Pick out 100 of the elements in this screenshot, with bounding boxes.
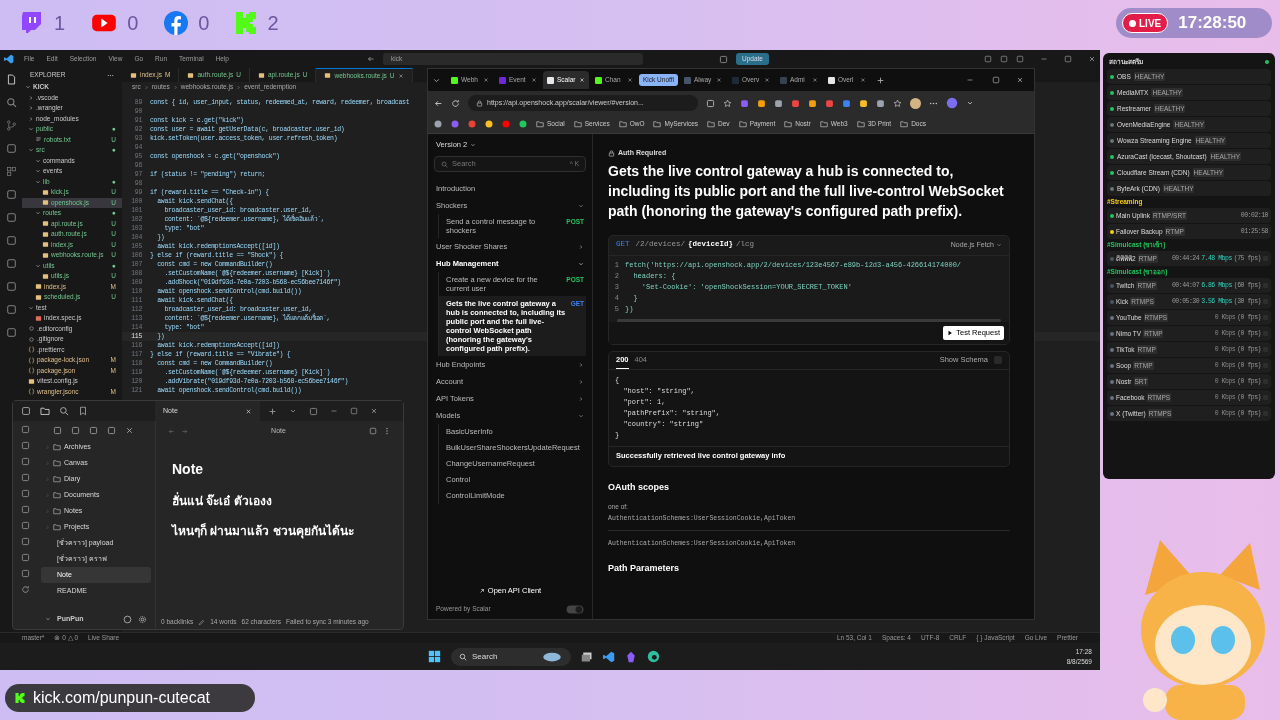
extensions-icon[interactable] [5, 166, 17, 177]
close-icon[interactable] [483, 77, 489, 83]
js-file-icon [257, 71, 265, 79]
maximize-icon[interactable] [1064, 55, 1072, 63]
chevron-right-icon [236, 84, 242, 90]
facebook-logo-icon [164, 11, 189, 35]
section-heading: OAuth scopes [608, 480, 670, 494]
branch-icon[interactable] [5, 120, 17, 131]
dot-icon [1129, 19, 1136, 27]
js-file-icon [187, 71, 195, 79]
endpoint-heading: Gets the live control gateway a hub is connected to, including its public port and the full live-control WebSocket path (honoring the gateway's configured path prefix). [608, 161, 1005, 221]
play-icon [947, 329, 954, 336]
folder-icon [573, 120, 582, 128]
new-tab-icon[interactable] [875, 75, 885, 85]
close-icon[interactable] [397, 72, 404, 79]
close-icon[interactable] [715, 77, 722, 83]
folder-icon [819, 120, 828, 128]
chevron-right-icon [143, 84, 149, 90]
js-file-icon [28, 377, 35, 385]
js-file-icon [324, 72, 332, 79]
close-icon[interactable] [811, 77, 818, 83]
lock-icon [608, 149, 615, 157]
chevron-down-icon [25, 84, 31, 91]
note-heading: ไหนๆก็ ผ่านมาแล้ว ชวนคุยกันได้นะ [172, 522, 355, 540]
profile-avatar-icon[interactable] [910, 97, 921, 109]
back-arrow-icon[interactable] [434, 98, 443, 108]
kick-logo-icon [235, 11, 258, 35]
channel-url: kick.com/punpun-cutecat [33, 688, 210, 708]
note-heading: ฮั่นแน่ จ๊ะเอ๋ ตัวเองง [172, 492, 273, 510]
folder-icon [653, 120, 662, 128]
close-icon[interactable] [1088, 55, 1096, 63]
close-icon[interactable] [370, 407, 378, 415]
js-file-icon [130, 71, 137, 79]
search-icon[interactable] [59, 406, 69, 416]
follower-count: 1 [54, 11, 66, 36]
close-icon[interactable] [1016, 76, 1024, 84]
chevron-updown-icon[interactable] [45, 616, 51, 622]
section-heading: Path Parameters [608, 562, 681, 576]
notes-app-icon[interactable] [625, 650, 637, 663]
folder-icon [856, 120, 865, 128]
clock-time: 17:28:50 [1178, 12, 1247, 35]
minimize-icon[interactable] [966, 76, 974, 84]
help-icon[interactable] [123, 614, 132, 624]
bookmark-favicon-icon[interactable] [502, 120, 510, 128]
chevron-down-icon [28, 304, 34, 311]
taskbar-search-field[interactable]: Search [451, 647, 571, 666]
chevron-right-icon [172, 84, 178, 90]
search-icon [441, 160, 448, 168]
close-icon[interactable] [763, 77, 770, 83]
back-arrow-icon[interactable] [366, 55, 375, 63]
braces-icon [28, 356, 35, 364]
favorites-icon[interactable] [893, 98, 902, 108]
theme-toggle-icon[interactable] [566, 604, 584, 614]
close-icon[interactable] [125, 425, 134, 435]
lock-icon [476, 99, 483, 107]
braces-icon [28, 346, 35, 354]
forward-arrow-icon[interactable] [181, 427, 188, 435]
files-icon[interactable] [5, 74, 17, 85]
bookmark-favicon-icon[interactable] [519, 120, 527, 128]
folder-icon [784, 120, 793, 128]
folder-icon [618, 120, 627, 128]
follower-count: 0 [127, 11, 139, 36]
chevron-down-icon[interactable] [289, 407, 297, 415]
pencil-icon [198, 618, 206, 626]
search-icon[interactable] [5, 97, 17, 108]
task-view-icon[interactable] [581, 650, 593, 663]
close-icon[interactable] [859, 77, 866, 83]
braces-icon [28, 388, 35, 396]
chevron-down-icon [470, 142, 477, 148]
favorite-star-icon[interactable] [723, 98, 732, 108]
refresh-icon[interactable] [20, 585, 30, 594]
new-tab-icon[interactable] [268, 406, 277, 416]
reload-icon[interactable] [451, 98, 460, 108]
code-editor-app-icon[interactable] [603, 650, 615, 663]
settings-icon[interactable] [138, 614, 147, 624]
cloud-icon [541, 651, 563, 662]
editor-logo-icon [4, 54, 14, 64]
copilot-icon[interactable] [946, 97, 958, 109]
folder-icon [707, 120, 716, 128]
bookmark-favicon-icon[interactable] [468, 120, 476, 128]
close-icon[interactable] [531, 77, 537, 83]
bookmark-favicon-icon[interactable] [434, 120, 442, 128]
note-title: Note [172, 460, 205, 479]
folder-icon [536, 120, 544, 128]
bookmark-favicon-icon[interactable] [485, 120, 493, 128]
browser-app-icon[interactable] [647, 650, 660, 663]
folder-icon[interactable] [40, 406, 50, 416]
close-icon[interactable] [627, 77, 633, 83]
chevron-down-icon [996, 242, 1002, 248]
bookmark-icon[interactable] [78, 406, 88, 416]
windows-start-icon[interactable] [428, 650, 441, 663]
maximize-icon[interactable] [350, 407, 358, 415]
test-file-icon [35, 314, 42, 322]
maximize-icon[interactable] [992, 76, 1000, 84]
arrow-up-right-icon [478, 588, 485, 594]
live-label: LIVE [1139, 16, 1162, 31]
follower-count: 0 [198, 11, 210, 36]
chevron-down-icon [35, 262, 41, 269]
twitch-logo-icon [20, 10, 44, 36]
chevron-down-icon[interactable] [966, 99, 974, 107]
